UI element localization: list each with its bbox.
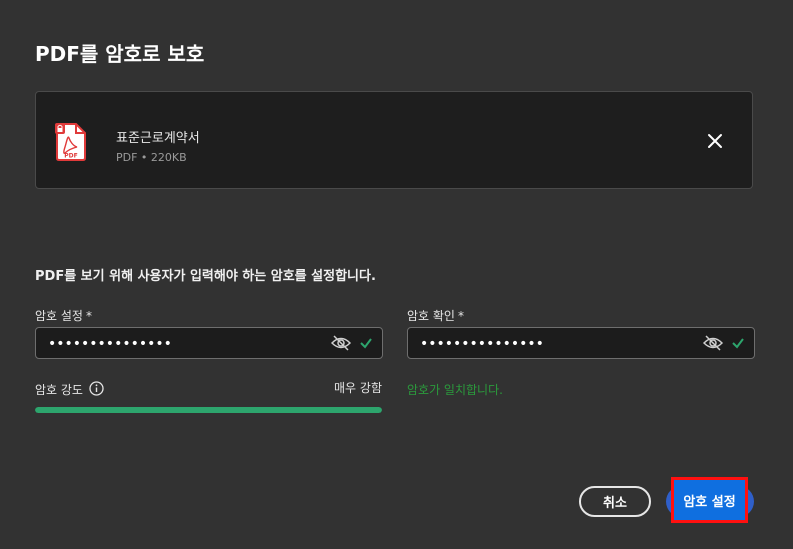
file-card: PDF 표준근로계약서 PDF • 220KB [35,91,753,189]
confirm-input[interactable] [418,328,692,360]
required-mark: * [85,309,92,323]
pdf-lock-icon: PDF [55,123,86,161]
file-meta: PDF • 220KB [116,151,187,164]
strength-value: 매우 강함 [334,381,382,395]
set-password-button[interactable]: 암호 설정 [671,477,748,523]
password-label: 암호 설정 * [35,307,92,324]
check-icon [732,338,744,349]
cancel-button[interactable]: 취소 [579,486,651,517]
strength-label: 암호 강도 [35,383,83,397]
strength-meter-fill [35,407,382,413]
eye-slash-icon[interactable] [331,334,351,352]
info-icon[interactable] [89,381,104,396]
eye-slash-icon[interactable] [703,334,723,352]
confirm-field[interactable] [407,327,755,360]
match-message: 암호가 일치합니다. [407,383,503,397]
file-name: 표준근로계약서 [116,131,200,146]
strength-meter [35,407,382,413]
dialog-title: PDF를 암호로 보호 [35,42,205,66]
password-field[interactable] [35,327,383,360]
close-icon[interactable] [704,130,726,152]
confirm-label-text: 암호 확인 [407,309,455,323]
password-label-text: 암호 설정 [35,309,83,323]
required-mark: * [457,309,464,323]
confirm-label: 암호 확인 * [407,307,464,324]
password-input[interactable] [46,328,320,360]
check-icon [360,338,372,349]
pdf-icon-label: PDF [64,153,77,160]
instruction-text: PDF를 보기 위해 사용자가 입력해야 하는 암호를 설정합니다. [35,269,376,284]
